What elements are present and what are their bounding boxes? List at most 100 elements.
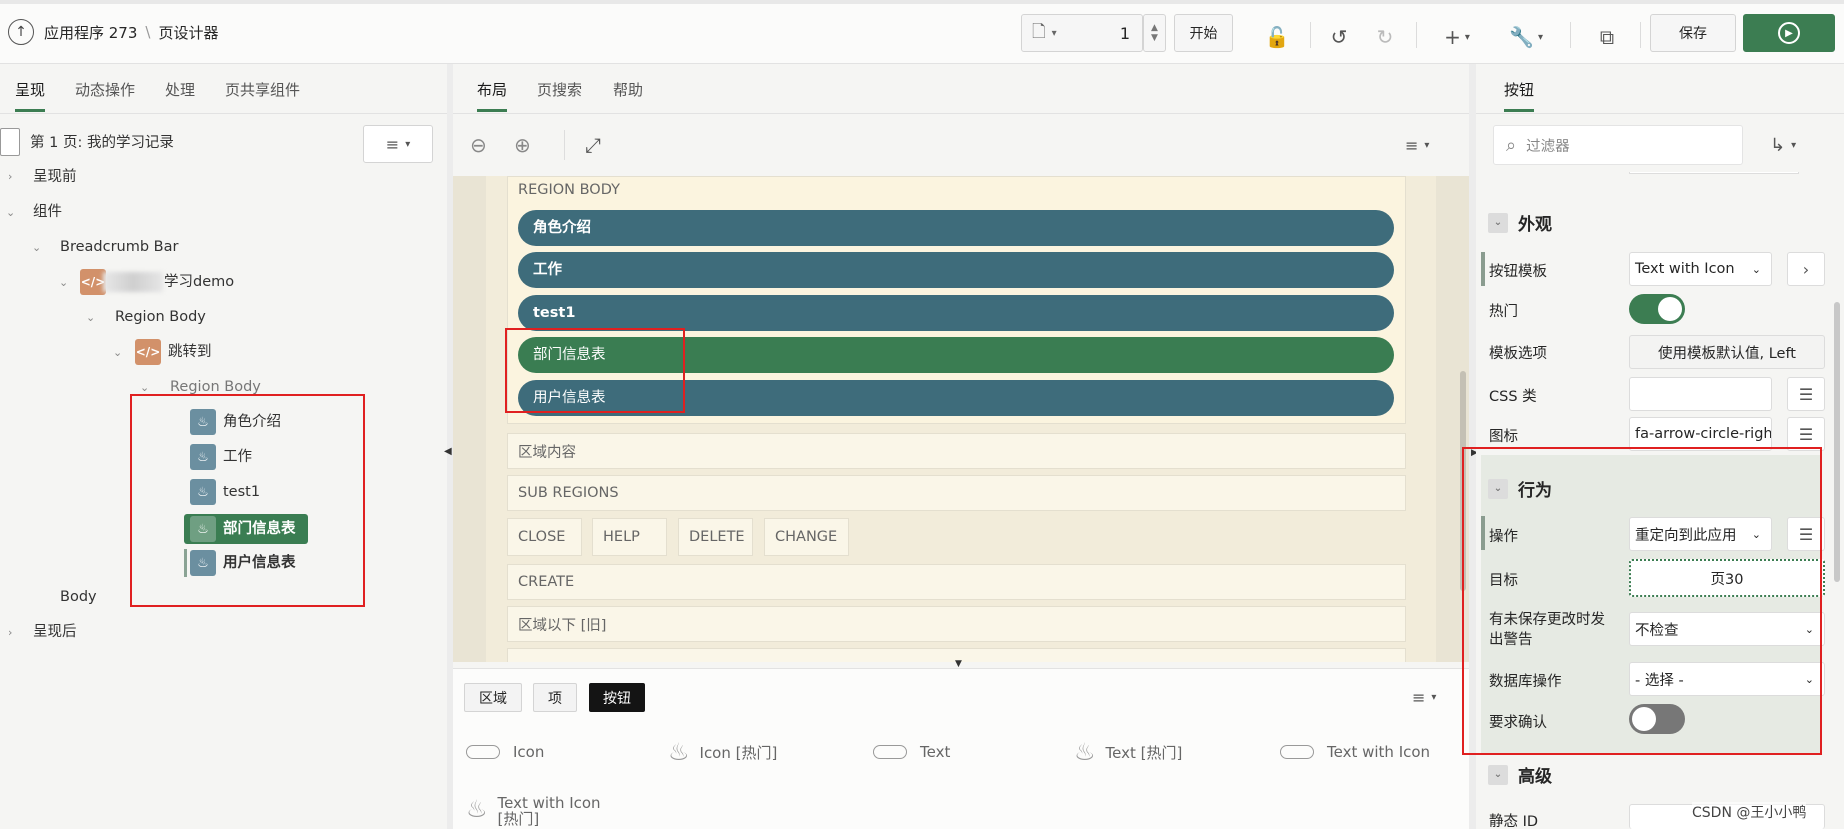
search-icon: ⌕ (1506, 134, 1517, 156)
filter-placeholder: 过滤器 (1526, 138, 1570, 155)
collapse-left-icon[interactable]: ◀ (444, 446, 452, 457)
page-selector[interactable]: 🗋 ▾ 1 (1021, 14, 1143, 52)
chevron-right-icon[interactable]: › (8, 170, 12, 183)
chevron-down-icon[interactable]: ⌄ (59, 276, 68, 289)
expand-icon[interactable]: ⤢ (585, 133, 601, 157)
close-slot[interactable]: CLOSE (507, 518, 582, 556)
page-icon: 🗋 (1032, 21, 1046, 42)
filter-input[interactable]: ⌕ 过滤器 (1493, 125, 1743, 165)
gallery-item-icon[interactable]: Icon (466, 743, 544, 761)
chevron-down-icon[interactable]: ⌄ (86, 311, 95, 324)
flame-icon: ♨ (466, 795, 488, 823)
unlock-icon[interactable]: 🔓 (1262, 18, 1292, 56)
sub-regions-zone[interactable]: SUB REGIONS (507, 475, 1406, 511)
gallery-tab-buttons[interactable]: 按钮 (589, 683, 645, 712)
advanced-section-header[interactable]: ⌄ 高级 (1488, 762, 1552, 787)
tree-breadcrumb-bar[interactable]: Breadcrumb Bar (60, 232, 178, 262)
tab-processing[interactable]: 处理 (165, 68, 195, 112)
icon-input[interactable]: fa-arrow-circle-righ (1629, 417, 1772, 451)
layout-button-role[interactable]: 角色介绍 (518, 210, 1394, 246)
stepper-up-icon[interactable]: ▲ (1151, 23, 1158, 33)
layout-button-test1[interactable]: test1 (518, 295, 1394, 331)
gallery-tab-regions[interactable]: 区域 (464, 683, 522, 712)
highlight-box-tree (130, 394, 365, 607)
undo-icon[interactable]: ↺ (1322, 18, 1356, 56)
template-options-label: 模板选项 (1489, 346, 1547, 362)
pill-icon (1280, 745, 1314, 759)
tree-jump-region[interactable]: 跳转到 (168, 337, 212, 367)
app-title[interactable]: 应用程序 273 (44, 22, 137, 43)
gallery-item-text-with-icon-hot[interactable]: ♨ Text with Icon [热门] (466, 795, 618, 827)
zoom-out-icon[interactable]: ⊖ (470, 133, 500, 157)
create-menu-button[interactable]: + ▾ (1436, 18, 1478, 56)
create-zone[interactable]: CREATE (507, 564, 1406, 600)
go-to-group-button[interactable]: ↳ ▾ (1770, 125, 1796, 165)
tab-dynamic-actions[interactable]: 动态操作 (75, 68, 135, 112)
chevron-down-icon[interactable]: ⌄ (140, 381, 149, 394)
chevron-right-icon[interactable]: › (8, 626, 12, 639)
tab-shared-components[interactable]: 页共享组件 (225, 68, 300, 112)
shared-components-icon[interactable]: ⧉ (1590, 18, 1624, 56)
highlight-box-layout (505, 328, 685, 413)
tree-menu-button[interactable]: ≡ ▾ (363, 125, 433, 163)
page-stepper[interactable]: ▲ ▼ (1143, 14, 1166, 52)
page-number[interactable]: 1 (1120, 24, 1130, 43)
button-template-select[interactable]: Text with Icon ⌄ (1629, 252, 1772, 286)
tab-button[interactable]: 按钮 (1504, 68, 1535, 112)
redo-icon[interactable]: ↻ (1368, 18, 1402, 56)
template-options-button[interactable]: 使用模板默认值, Left (1629, 335, 1825, 369)
tree-components[interactable]: 组件 (33, 197, 62, 227)
scrollbar-thumb[interactable] (1834, 302, 1840, 582)
gallery-tab-items[interactable]: 项 (533, 683, 577, 712)
gallery-item-text-with-icon[interactable]: Text with Icon (1280, 743, 1430, 761)
app-link[interactable]: ↑ 应用程序 273 \ 页设计器 (8, 14, 218, 50)
gallery-item-text[interactable]: Text (873, 743, 950, 761)
chevron-down-icon: ⌄ (1488, 212, 1508, 233)
icon-label: 图标 (1489, 429, 1518, 445)
tree-body[interactable]: Body (60, 582, 97, 612)
utilities-menu-button[interactable]: 🔧 ▾ (1504, 18, 1548, 56)
hot-toggle[interactable] (1629, 294, 1685, 324)
start-button[interactable]: 开始 (1174, 14, 1233, 52)
gallery-item-text-hot[interactable]: ♨ Text [热门] (1074, 738, 1182, 766)
save-button[interactable]: 保存 (1650, 14, 1736, 52)
tab-layout[interactable]: 布局 (477, 68, 508, 112)
help-slot[interactable]: HELP (592, 518, 667, 556)
list-icon[interactable]: ☰ (1787, 417, 1825, 451)
chevron-down-icon[interactable]: ⌄ (32, 241, 41, 254)
tab-help[interactable]: 帮助 (613, 68, 643, 112)
change-slot[interactable]: CHANGE (764, 518, 849, 556)
region-body-label: REGION BODY (518, 182, 620, 198)
chevron-down-icon[interactable]: ⌄ (113, 346, 122, 359)
properties-scrollbar[interactable] (1832, 172, 1842, 829)
highlight-box-properties (1462, 447, 1822, 755)
page-title[interactable]: 第 1 页: 我的学习记录 (30, 128, 174, 158)
tree-before-render[interactable]: 呈现前 (33, 162, 77, 192)
layout-button-work[interactable]: 工作 (518, 252, 1394, 288)
flame-icon: ♨ (1074, 738, 1096, 766)
appearance-section-header[interactable]: ⌄ 外观 (1488, 210, 1552, 235)
arrow-turn-icon: ↳ (1770, 134, 1786, 156)
pill-icon (873, 745, 907, 759)
region-content-zone[interactable]: 区域内容 (507, 433, 1406, 469)
chevron-down-icon: ▾ (1537, 31, 1543, 43)
layout-menu-button[interactable]: ≡ ▾ (1405, 128, 1429, 162)
run-page-button[interactable]: ▶ (1743, 14, 1835, 52)
tab-page-search[interactable]: 页搜索 (537, 68, 582, 112)
pill-icon (466, 745, 500, 759)
tree-region-body[interactable]: Region Body (115, 302, 206, 332)
css-class-input[interactable] (1629, 377, 1772, 411)
delete-slot[interactable]: DELETE (678, 518, 753, 556)
tab-rendering[interactable]: 呈现 (15, 68, 46, 112)
zoom-in-icon[interactable]: ⊕ (514, 133, 544, 157)
gallery-menu-button[interactable]: ≡ ▾ (1412, 683, 1436, 712)
tree-after-render[interactable]: 呈现后 (33, 617, 77, 647)
chevron-right-icon[interactable]: › (1787, 252, 1825, 286)
stepper-down-icon[interactable]: ▼ (1151, 33, 1158, 43)
tree-demo-region[interactable]: 学习demo (164, 267, 234, 297)
chevron-down-icon[interactable]: ⌄ (6, 206, 15, 219)
below-region-zone[interactable]: 区域以下 [旧] (507, 606, 1406, 642)
gallery-item-icon-hot[interactable]: ♨ Icon [热门] (668, 738, 777, 766)
list-icon[interactable]: ☰ (1787, 377, 1825, 411)
zoom-toolbar: ⊖ ⊕ ⤢ (470, 128, 601, 162)
